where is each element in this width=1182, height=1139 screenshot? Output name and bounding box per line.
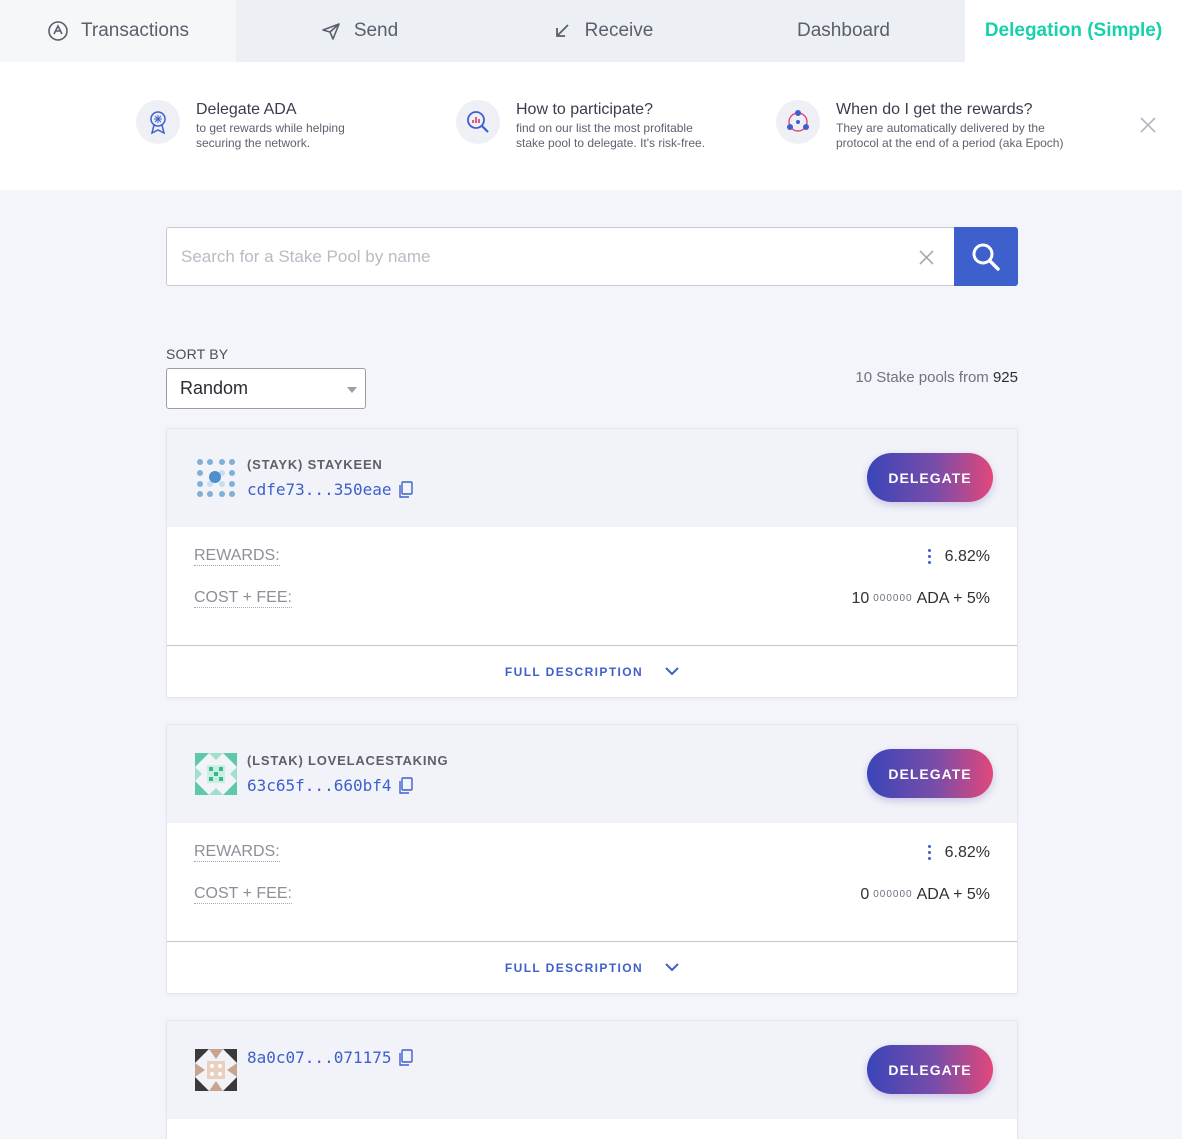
cost-decimals: 000000 [873,889,913,900]
info-title: How to participate? [516,101,653,118]
count-text: 10 Stake pools from [855,369,989,386]
tab-send[interactable]: Send [236,0,482,62]
clear-search-button[interactable] [916,247,936,267]
stake-pool-count: 10 Stake pools from 925 [855,369,1018,386]
delegate-button[interactable]: DELEGATE [867,749,993,798]
info-desc: stake pool to delegate. It's risk-free. [516,136,706,150]
info-desc: protocol at the end of a period (aka Epo… [836,136,1064,150]
cost-value: 10 [851,589,870,607]
info-item-rewards: When do I get the rewards? They are auto… [776,100,1106,151]
pool-id-text: 8a0c07...071175 [247,1048,392,1067]
card-header: (LSTAK) LOVELACESTAKING 63c65f...660bf4 … [167,725,1017,823]
full-description-toggle[interactable]: FULL DESCRIPTION [167,942,1017,993]
info-title: Delegate ADA [196,101,297,118]
pool-id: 63c65f...660bf4 [247,776,414,795]
receive-icon [551,20,573,42]
chevron-down-icon [347,387,357,393]
transactions-icon [47,20,69,42]
sort-by-label: SORT BY [166,346,229,362]
tab-send-label: Send [353,20,399,41]
rewards-row: REWARDS: 6.82% [194,547,990,566]
rewards-row: REWARDS: 6.82% [194,843,990,862]
search-input-wrap [166,227,954,286]
info-banner: Delegate ADA to get rewards while helpin… [0,62,1182,190]
chevron-down-icon [665,667,679,676]
full-description-label: FULL DESCRIPTION [504,960,644,975]
rewards-value: 6.82% [944,547,990,565]
tab-delegation-label: Delegation (Simple) [984,20,1163,41]
card-header: (STAYK) STAYKEEN cdfe73...350eae DELEGAT… [167,429,1017,527]
pool-avatar [195,457,237,499]
count-total: 925 [992,369,1018,386]
info-title: When do I get the rewards? [836,101,1033,118]
stake-pool-card: (LSTAK) LOVELACESTAKING 63c65f...660bf4 … [166,724,1018,994]
tab-transactions[interactable]: Transactions [0,0,236,62]
full-description-toggle[interactable]: FULL DESCRIPTION [167,646,1017,697]
send-icon [320,20,342,42]
tab-bar: Transactions Send Receive Dashboard Dele… [0,0,1182,62]
cost-value: 0 [860,885,870,903]
cost-fee-label: COST + FEE: [194,589,292,608]
tab-receive[interactable]: Receive [482,0,722,62]
close-banner-button[interactable] [1137,114,1159,136]
tab-dashboard[interactable]: Dashboard [722,0,965,62]
copy-icon[interactable] [398,1048,414,1067]
card-body: REWARDS: 6.82% COST + FEE: 0 000000 ADA +… [167,823,1017,942]
info-desc: find on our list the most profitable [516,121,693,135]
close-icon [918,249,934,265]
cost-fee-row: COST + FEE: 0 000000 ADA + 5% [194,885,990,904]
info-item-delegate: Delegate ADA to get rewards while helpin… [136,100,376,151]
search-icon [972,243,1000,271]
cost-decimals: 000000 [873,593,913,604]
chevron-down-icon [665,963,679,972]
search-input[interactable] [167,228,954,285]
rewards-value: 6.82% [944,843,990,861]
sort-by-select[interactable]: Random [166,368,366,409]
delegate-button[interactable]: DELEGATE [867,1045,993,1094]
pool-name: (LSTAK) LOVELACESTAKING [247,753,449,768]
rewards-label: REWARDS: [194,547,280,566]
network-cycle-icon [776,100,820,144]
info-desc: securing the network. [196,136,311,150]
stake-pool-search [166,227,1018,286]
tab-receive-label: Receive [584,20,654,41]
pool-avatar [195,753,237,795]
card-body: REWARDS: 6.82% COST + FEE: 10 000000 ADA … [167,527,1017,646]
card-header: 8a0c07...071175 DELEGATE [167,1021,1017,1119]
copy-icon[interactable] [398,480,414,499]
tab-dashboard-label: Dashboard [797,20,890,41]
full-description-label: FULL DESCRIPTION [504,664,644,679]
more-options-icon[interactable] [927,549,931,564]
tab-delegation-simple[interactable]: Delegation (Simple) [965,0,1182,62]
close-icon [1140,117,1156,133]
more-options-icon[interactable] [927,845,931,860]
info-desc: to get rewards while helping [196,121,345,135]
pool-id: cdfe73...350eae [247,480,414,499]
stake-pool-card: 8a0c07...071175 DELEGATE [166,1020,1018,1139]
pool-avatar [195,1049,237,1091]
cost-suffix: ADA + 5% [916,885,990,903]
copy-icon[interactable] [398,776,414,795]
cost-fee-row: COST + FEE: 10 000000 ADA + 5% [194,589,990,608]
cost-fee-label: COST + FEE: [194,885,292,904]
delegate-button[interactable]: DELEGATE [867,453,993,502]
sort-by-value: Random [180,378,249,398]
pool-id: 8a0c07...071175 [247,1048,414,1067]
cost-suffix: ADA + 5% [916,589,990,607]
pool-id-text: 63c65f...660bf4 [247,776,392,795]
info-desc: They are automatically delivered by the [836,121,1045,135]
tab-transactions-label: Transactions [80,20,190,41]
stake-pool-card: (STAYK) STAYKEEN cdfe73...350eae DELEGAT… [166,428,1018,698]
pool-id-text: cdfe73...350eae [247,480,392,499]
info-item-participate: How to participate? find on our list the… [456,100,736,151]
pool-name: (STAYK) STAYKEEN [247,457,383,472]
rewards-label: REWARDS: [194,843,280,862]
search-button[interactable] [954,227,1018,286]
chart-search-icon [456,100,500,144]
ribbon-icon [136,100,180,144]
